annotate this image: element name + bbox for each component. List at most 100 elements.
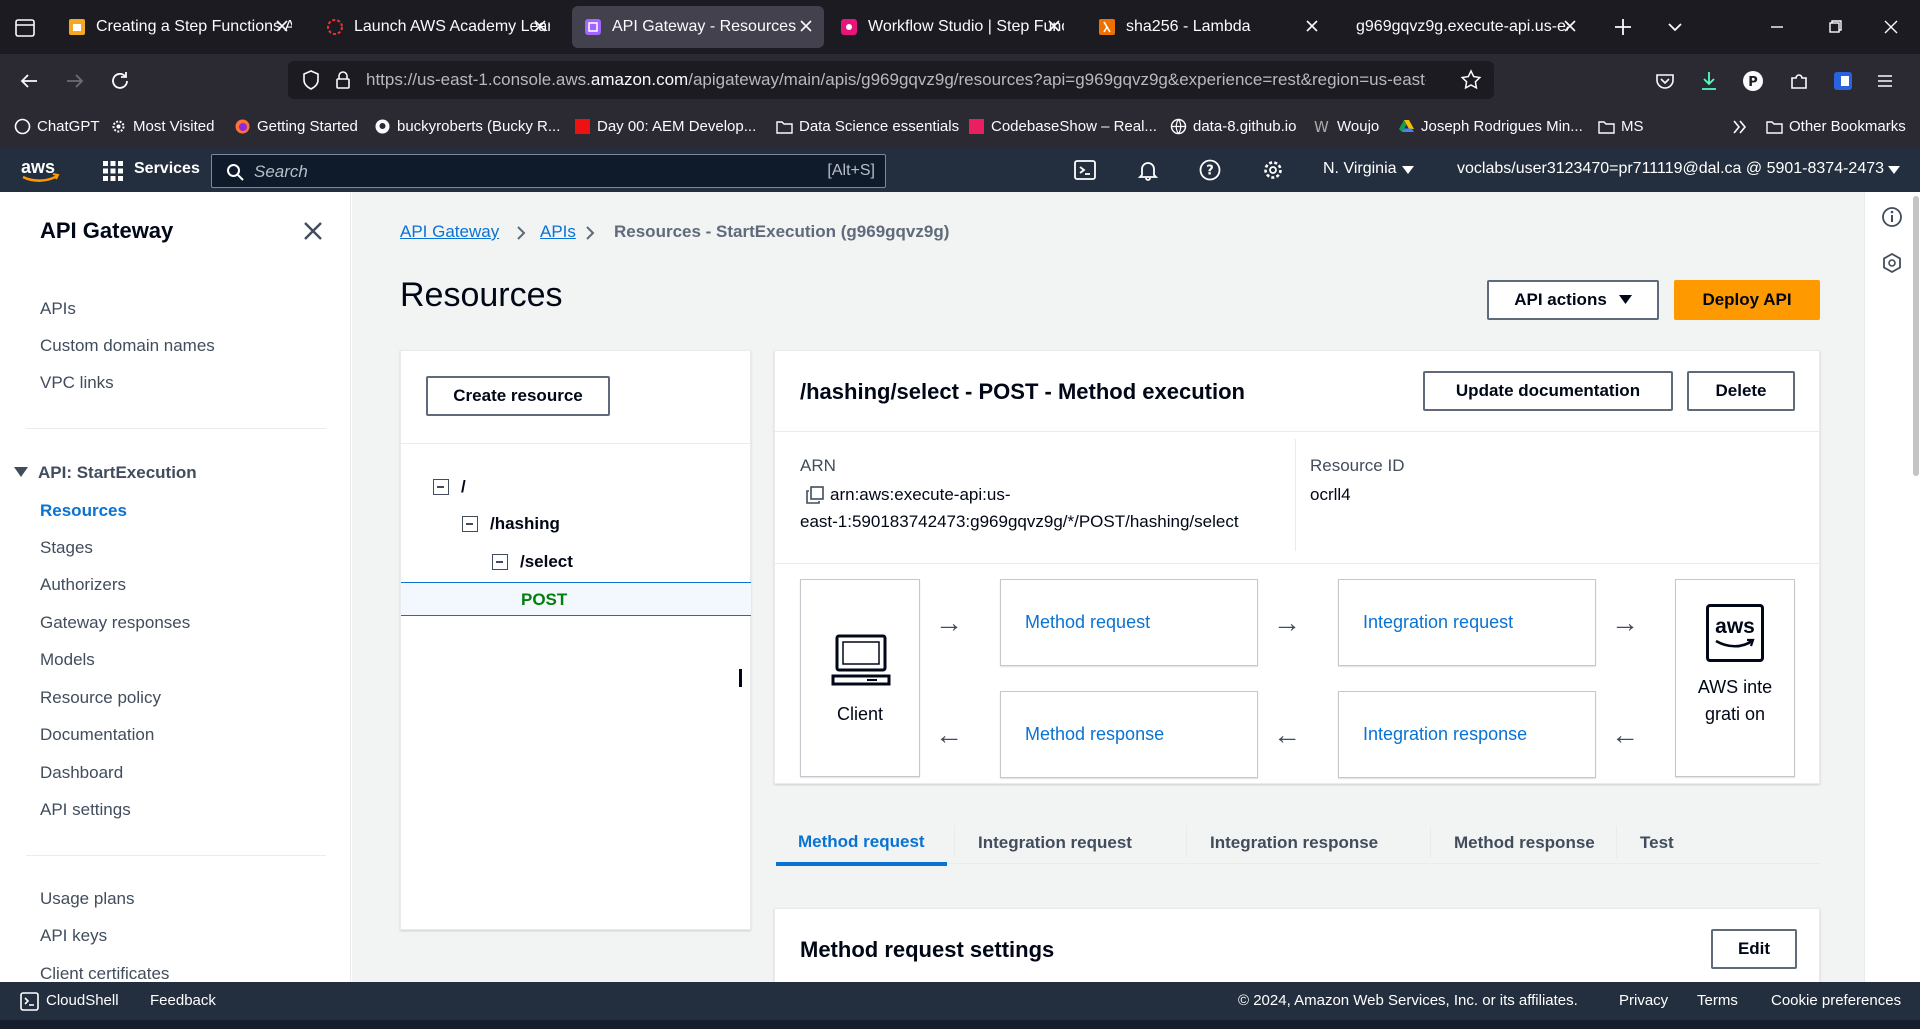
extension-icon[interactable]	[1830, 68, 1856, 94]
tab-method-request[interactable]: Method request	[776, 822, 947, 866]
bell-icon[interactable]	[1137, 159, 1159, 181]
resize-handle[interactable]	[739, 669, 742, 687]
copy-icon[interactable]	[806, 486, 824, 504]
browser-tab[interactable]: sha256 - Lambda	[1086, 6, 1330, 48]
scrollbar[interactable]	[1913, 196, 1919, 476]
sidebar-item-custom-domain-names[interactable]: Custom domain names	[40, 336, 215, 356]
bookmark-item[interactable]: Day 00: AEM Develop...	[574, 118, 756, 135]
tab-integration-request[interactable]: Integration request	[978, 822, 1132, 864]
sidebar-item-authorizers[interactable]: Authorizers	[40, 575, 126, 595]
bookmark-item[interactable]: buckyroberts (Bucky R...	[374, 118, 560, 135]
window-close-icon[interactable]	[1878, 14, 1904, 40]
collapse-icon[interactable]	[462, 516, 478, 532]
bookmark-item[interactable]: Data Science essentials	[776, 118, 959, 135]
tab-test[interactable]: Test	[1640, 822, 1674, 864]
services-menu[interactable]: Services	[134, 160, 200, 178]
update-documentation-button[interactable]: Update documentation	[1423, 371, 1673, 411]
breadcrumb-api-gateway[interactable]: API Gateway	[400, 222, 499, 242]
other-bookmarks[interactable]: Other Bookmarks	[1766, 118, 1906, 135]
integration-response-box[interactable]: Integration response	[1338, 691, 1596, 778]
tree-node-hashing[interactable]: /hashing	[462, 514, 560, 534]
sidebar-item-api-settings[interactable]: API settings	[40, 800, 131, 820]
tab-overview-icon[interactable]	[12, 15, 38, 41]
restore-icon[interactable]	[1822, 14, 1848, 40]
edit-button[interactable]: Edit	[1711, 929, 1797, 969]
back-icon[interactable]	[16, 68, 42, 94]
integration-request-box[interactable]: Integration request	[1338, 579, 1596, 666]
tab-integration-response[interactable]: Integration response	[1210, 822, 1378, 864]
sidebar-item-apis[interactable]: APIs	[40, 299, 76, 319]
breadcrumb-link[interactable]: APIs	[540, 222, 576, 241]
bookmark-item[interactable]: ChatGPT	[14, 118, 100, 135]
create-resource-button[interactable]: Create resource	[426, 376, 610, 416]
tutorial-icon[interactable]	[1881, 252, 1903, 274]
sidebar-item-resource-policy[interactable]: Resource policy	[40, 688, 161, 708]
caret-down-icon[interactable]	[14, 467, 28, 478]
feedback-link[interactable]: Feedback	[150, 982, 216, 1020]
close-icon[interactable]	[302, 220, 324, 242]
browser-tab[interactable]: Creating a Step Functions AI	[56, 6, 300, 48]
minimize-icon[interactable]	[1764, 14, 1790, 40]
search-input[interactable]: Search [Alt+S]	[211, 154, 886, 188]
collapse-icon[interactable]	[433, 479, 449, 495]
browser-tab[interactable]: Launch AWS Academy Learn	[314, 6, 558, 48]
tab-method-response[interactable]: Method response	[1454, 822, 1595, 864]
sidebar-item-resources[interactable]: Resources	[40, 501, 127, 521]
sidebar-group-api[interactable]: API: StartExecution	[38, 463, 197, 483]
reload-icon[interactable]	[107, 68, 133, 94]
cloudshell-icon[interactable]	[1074, 159, 1096, 181]
bookmark-item[interactable]: data-8.github.io	[1170, 118, 1296, 135]
sidebar-item-dashboard[interactable]: Dashboard	[40, 763, 123, 783]
method-response-box[interactable]: Method response	[1000, 691, 1258, 778]
new-tab-icon[interactable]	[1610, 14, 1636, 40]
sidebar-item-gateway-responses[interactable]: Gateway responses	[40, 613, 190, 633]
cloudshell-icon[interactable]	[20, 992, 39, 1011]
sidebar-item-vpc-links[interactable]: VPC links	[40, 373, 114, 393]
extensions-icon[interactable]	[1786, 68, 1812, 94]
sidebar-item-usage-plans[interactable]: Usage plans	[40, 889, 135, 909]
bookmark-item[interactable]: CodebaseShow – Real...	[968, 118, 1157, 135]
account-menu[interactable]: voclabs/user3123470=pr711119@dal.ca @ 59…	[1457, 160, 1884, 178]
bookmark-item[interactable]: W Woujo	[1314, 118, 1379, 135]
star-icon[interactable]	[1458, 67, 1484, 93]
browser-tab[interactable]: Workflow Studio | Step Func	[828, 6, 1072, 48]
collapse-icon[interactable]	[492, 554, 508, 570]
info-icon[interactable]	[1881, 206, 1903, 228]
close-icon[interactable]	[1562, 18, 1578, 34]
bookmark-item[interactable]: MS	[1598, 118, 1644, 135]
browser-tab-active[interactable]: API Gateway - Resources	[572, 6, 824, 48]
breadcrumb-link[interactable]: API Gateway	[400, 222, 499, 241]
close-icon[interactable]	[532, 18, 548, 34]
privacy-link[interactable]: Privacy	[1619, 982, 1668, 1020]
lock-icon[interactable]	[330, 67, 356, 93]
sidebar-item-api-keys[interactable]: API keys	[40, 926, 107, 946]
sidebar-item-models[interactable]: Models	[40, 650, 95, 670]
chevron-down-icon[interactable]	[1662, 14, 1688, 40]
cloudshell-link[interactable]: CloudShell	[46, 982, 119, 1020]
close-icon[interactable]	[1046, 18, 1062, 34]
deploy-api-button[interactable]: Deploy API	[1674, 280, 1820, 320]
shield-icon[interactable]	[298, 67, 324, 93]
sidebar-item-client-certificates[interactable]: Client certificates	[40, 964, 169, 982]
tree-node-root[interactable]: /	[433, 477, 466, 497]
delete-button[interactable]: Delete	[1687, 371, 1795, 411]
chevron-right-double-icon[interactable]	[1726, 114, 1752, 140]
menu-icon[interactable]	[1872, 68, 1898, 94]
sidebar-title[interactable]: API Gateway	[40, 218, 173, 244]
profile-icon[interactable]: P	[1740, 68, 1766, 94]
tree-node-post-selected[interactable]: POST	[401, 582, 751, 616]
pocket-icon[interactable]	[1652, 68, 1678, 94]
aws-logo[interactable]: aws	[20, 156, 62, 184]
bookmark-item[interactable]: Getting Started	[234, 118, 358, 135]
forward-icon[interactable]	[62, 68, 88, 94]
sidebar-item-stages[interactable]: Stages	[40, 538, 93, 558]
sidebar-item-documentation[interactable]: Documentation	[40, 725, 154, 745]
url-bar[interactable]: https://us-east-1.console.aws.amazon.com…	[288, 61, 1494, 99]
help-icon[interactable]: ?	[1199, 159, 1221, 181]
terms-link[interactable]: Terms	[1697, 982, 1738, 1020]
breadcrumb-apis[interactable]: APIs	[540, 222, 576, 242]
bookmark-item[interactable]: Joseph Rodrigues Min...	[1398, 118, 1583, 135]
services-grid-icon[interactable]	[102, 160, 124, 182]
close-icon[interactable]	[274, 18, 290, 34]
cookie-preferences-link[interactable]: Cookie preferences	[1771, 982, 1901, 1020]
